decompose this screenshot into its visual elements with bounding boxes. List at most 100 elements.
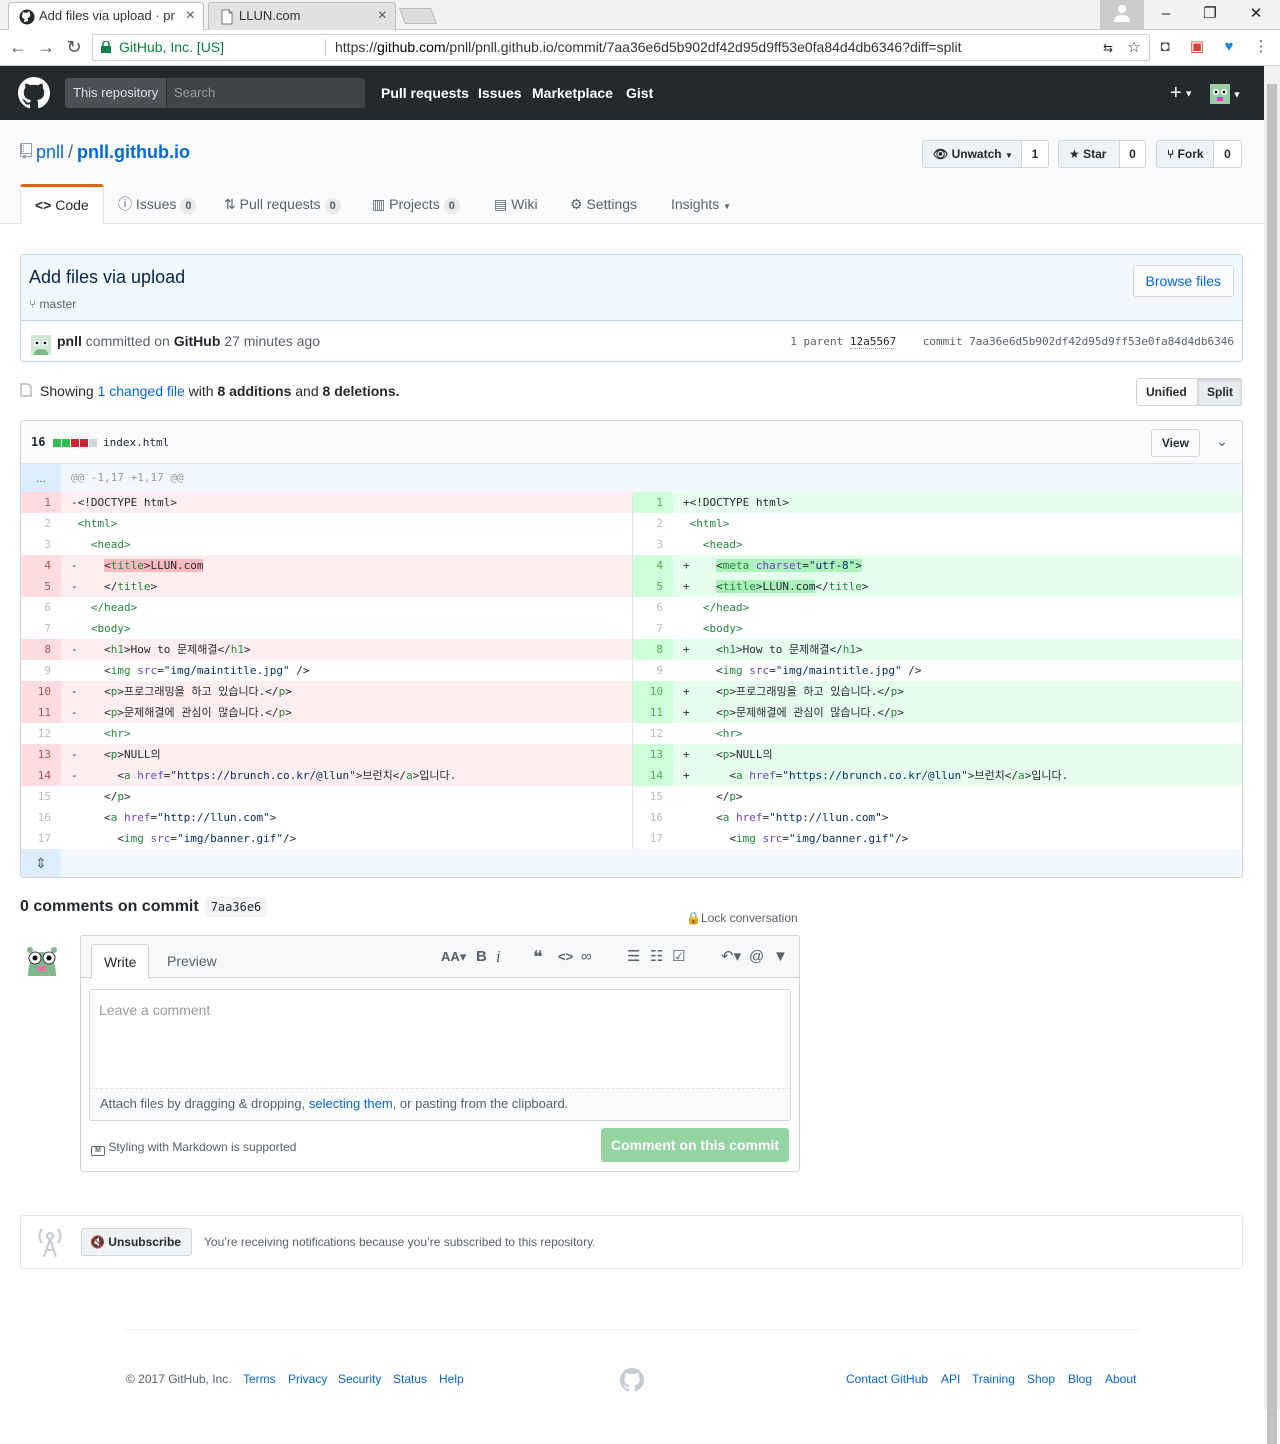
new-plus-icon[interactable]: + ▼ [1170,66,1193,121]
user-avatar-menu[interactable]: ▼ [1210,66,1241,121]
pull-request-icon: ⇅ [224,196,236,212]
footer-link-status[interactable]: Status [393,1372,427,1386]
nav-marketplace[interactable]: Marketplace [532,66,613,120]
star-count[interactable]: 0 [1120,140,1146,168]
diff-row: 12 <hr> 12 <hr> [21,723,1242,744]
task-list-icon[interactable]: ☑ [672,948,685,966]
markdown-note[interactable]: M Styling with Markdown is supported [91,1140,296,1156]
diffstat-block [71,439,79,447]
browser-tab-llun[interactable]: LLUN.com × [208,2,396,30]
current-user-avatar[interactable] [22,940,62,980]
comment-textarea[interactable]: Leave a comment Attach files by dragging… [89,989,791,1121]
scrollbar-thumb[interactable] [1267,84,1277,1444]
chevron-down-icon[interactable]: ⌄ [1216,433,1228,450]
tab-issues[interactable]: ⓘ Issues 0 [118,184,197,224]
footer-link-api[interactable]: API [941,1372,960,1386]
quote-icon[interactable]: ❝ [533,948,543,966]
tab-projects[interactable]: ▥ Projects 0 [372,184,460,224]
extension-icon[interactable]: ▣ [1188,38,1206,56]
browse-files-button[interactable]: Browse files [1132,265,1234,297]
footer-link-privacy[interactable]: Privacy [288,1372,327,1386]
bookmark-icon[interactable]: ▼ [773,948,788,966]
tab-wiki[interactable]: ▤ Wiki [494,184,538,224]
nav-issues[interactable]: Issues [478,66,522,120]
github-logo-icon[interactable] [18,77,50,109]
pocket-icon[interactable]: ◘ [1156,38,1174,56]
text-size-icon[interactable]: AA▾ [441,948,466,966]
browser-tab-active[interactable]: Add files via upload · pr × [8,2,204,31]
parent-sha-link[interactable]: 12a5567 [849,335,897,349]
close-tab-icon[interactable]: × [186,3,195,29]
diff-row: 15 </p> 15 </p> [21,786,1242,807]
tab-pull-requests[interactable]: ⇅ Pull requests 0 [224,184,341,224]
watch-count[interactable]: 1 [1022,140,1049,168]
profile-icon[interactable] [1100,0,1144,30]
bullet-list-icon[interactable]: ☰ [627,948,640,966]
lock-conversation-link[interactable]: 🔒Lock conversation [686,911,798,925]
translate-icon[interactable]: ⇆ [1099,39,1117,57]
unsubscribe-button[interactable]: 🔇 Unsubscribe [81,1228,192,1256]
mention-icon[interactable]: @ [749,948,764,966]
write-tab[interactable]: Write [91,944,150,979]
close-tab-icon[interactable]: × [378,3,387,29]
lock-icon [101,41,111,53]
comment-submit-button[interactable]: Comment on this commit [601,1128,789,1162]
diffstat-block [62,439,70,447]
footer-link-shop[interactable]: Shop [1027,1372,1055,1386]
footer-link-about[interactable]: About [1105,1372,1136,1386]
author-avatar[interactable] [31,335,51,355]
diffstat-block [53,439,61,447]
search-input[interactable]: This repository Search [65,78,365,108]
nav-gist[interactable]: Gist [626,66,653,120]
tab-insights[interactable]: Insights ▼ [671,184,731,224]
expand-up-icon[interactable]: ... [21,464,61,492]
tab-settings[interactable]: ⚙ Settings [570,184,637,224]
commit-shas: 1 parent 12a5567 commit 7aa36e6d5b902df4… [790,335,1234,349]
close-window-icon[interactable]: ✕ [1234,0,1278,30]
attach-files-area[interactable]: Attach files by dragging & dropping, sel… [90,1088,790,1120]
view-file-button[interactable]: View [1150,429,1200,457]
numbered-list-icon[interactable]: ☷ [650,948,663,966]
menu-kebab-icon[interactable]: ⋮ [1252,38,1270,56]
fork-icon: ⑂ [1167,147,1175,161]
page-scrollbar[interactable] [1264,66,1280,1444]
italic-icon[interactable]: i [496,948,501,966]
bookmark-star-icon[interactable]: ☆ [1125,39,1143,57]
fork-button[interactable]: ⑂ Fork [1156,140,1214,168]
star-button[interactable]: ★ Star [1058,140,1120,168]
footer-link-contact[interactable]: Contact GitHub [846,1372,928,1386]
unfold-icon[interactable]: ⇕ [21,849,61,877]
back-arrow-icon[interactable]: ← [6,36,30,60]
nav-pull-requests[interactable]: Pull requests [381,66,469,120]
tab-code[interactable]: <> Code [20,184,104,225]
file-name[interactable]: index.html [103,436,169,449]
preview-tab[interactable]: Preview [155,944,229,979]
restore-icon[interactable]: ❐ [1188,0,1232,30]
reload-icon[interactable]: ↻ [62,36,86,60]
link-icon[interactable]: ∞ [581,948,592,966]
forward-arrow-icon[interactable]: → [34,36,58,60]
select-files-link[interactable]: selecting them [309,1096,393,1111]
repo-name-link[interactable]: pnll.github.io [77,142,190,162]
split-button[interactable]: Split [1197,378,1242,406]
changed-files-link[interactable]: 1 changed file [98,383,185,399]
github-mark-icon[interactable] [620,1368,644,1392]
author-link[interactable]: pnll [57,333,82,349]
code-icon[interactable]: <> [558,948,573,966]
address-bar[interactable]: GitHub, Inc. [US] https://github.com/pnl… [92,34,1150,61]
repo-owner-link[interactable]: pnll [36,142,64,162]
bold-icon[interactable]: B [476,948,487,966]
vpn-extension-icon[interactable]: ♥ [1220,38,1238,56]
footer-link-security[interactable]: Security [338,1372,381,1386]
new-tab-button[interactable] [399,8,437,24]
unwatch-button[interactable]: 👁 Unwatch ▼ [922,140,1022,168]
unified-button[interactable]: Unified [1136,378,1198,406]
footer-link-blog[interactable]: Blog [1068,1372,1092,1386]
footer-link-training[interactable]: Training [972,1372,1015,1386]
gear-icon: ⚙ [570,196,583,212]
footer-link-help[interactable]: Help [439,1372,464,1386]
fork-count[interactable]: 0 [1214,140,1242,168]
minimize-icon[interactable]: – [1144,0,1188,30]
footer-link-terms[interactable]: Terms [243,1372,276,1386]
reply-icon[interactable]: ↶▾ [721,948,741,966]
